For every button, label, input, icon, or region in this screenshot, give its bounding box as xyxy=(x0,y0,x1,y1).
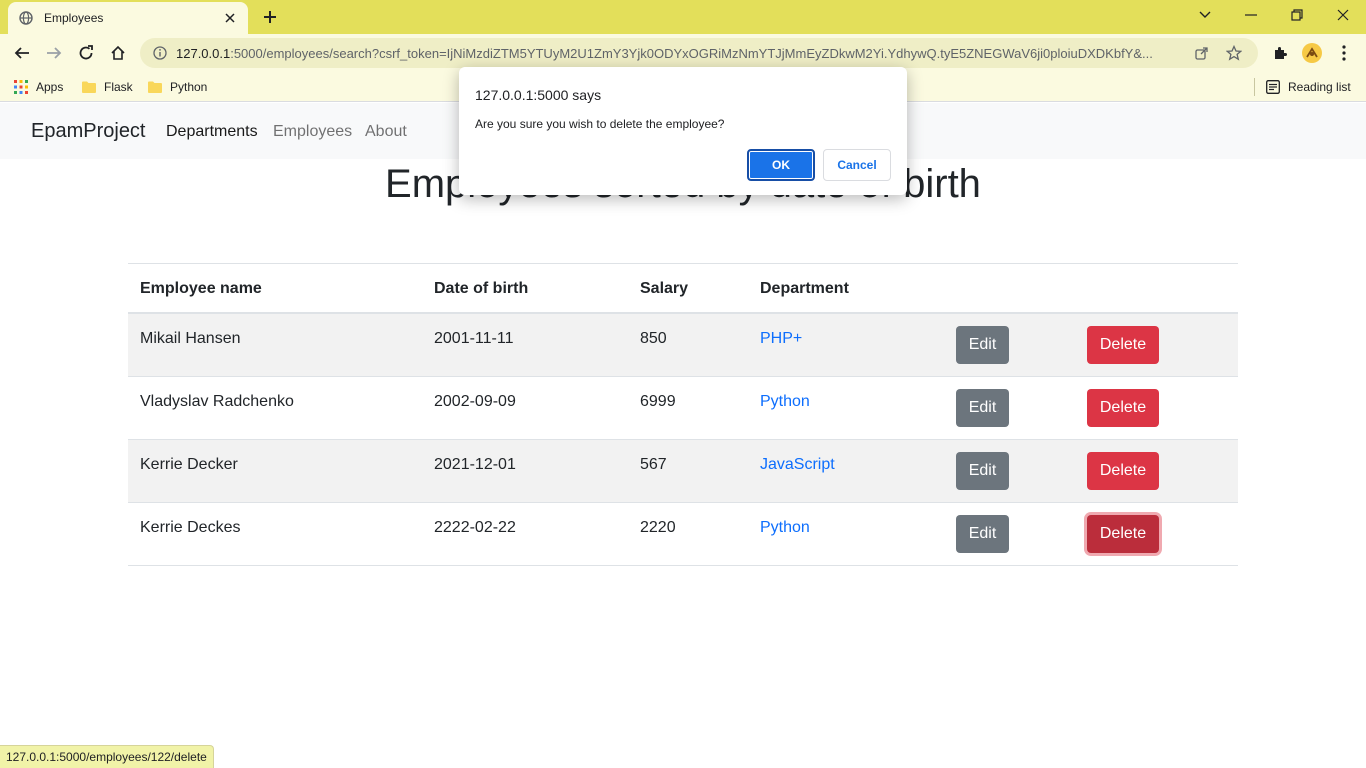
reading-list-icon xyxy=(1266,80,1280,94)
employee-dob: 2001-11-11 xyxy=(434,330,514,347)
tab-search-icon[interactable] xyxy=(1182,0,1228,30)
address-bar[interactable]: 127.0.0.1:5000/employees/search?csrf_tok… xyxy=(140,38,1258,68)
table-row: Mikail Hansen 2001-11-11 850 PHP+ Edit D… xyxy=(128,314,1238,377)
column-header-salary: Salary xyxy=(640,280,689,297)
brand-link[interactable]: EpamProject xyxy=(31,120,146,143)
reading-list-label: Reading list xyxy=(1288,80,1351,94)
employee-salary: 850 xyxy=(640,330,667,347)
menu-kebab-icon[interactable] xyxy=(1332,41,1356,65)
close-tab-icon[interactable] xyxy=(222,10,238,26)
profile-avatar-icon[interactable] xyxy=(1300,41,1324,65)
back-icon[interactable] xyxy=(8,39,36,67)
extensions-icon[interactable] xyxy=(1268,41,1292,65)
employee-name: Vladyslav Radchenko xyxy=(140,393,294,410)
bookmark-folder-python[interactable]: Python xyxy=(148,77,207,97)
employee-salary: 6999 xyxy=(640,393,676,410)
bookmark-label: Apps xyxy=(36,80,64,94)
dialog-origin: 127.0.0.1:5000 says xyxy=(475,87,602,103)
column-header-department: Department xyxy=(760,280,849,297)
folder-icon xyxy=(82,80,96,94)
restore-icon[interactable] xyxy=(1274,0,1320,30)
department-link[interactable]: JavaScript xyxy=(760,456,835,474)
share-icon[interactable] xyxy=(1190,41,1214,65)
close-window-icon[interactable] xyxy=(1320,0,1366,30)
bookmark-apps[interactable]: Apps xyxy=(14,77,63,97)
table-row: Kerrie Deckes 2222-02-22 2220 Python Edi… xyxy=(128,503,1238,566)
browser-tab[interactable]: Employees xyxy=(8,2,248,34)
url-text: 127.0.0.1:5000/employees/search?csrf_tok… xyxy=(176,46,1182,61)
tab-title: Employees xyxy=(44,11,104,25)
table-row: Vladyslav Radchenko 2002-09-09 6999 Pyth… xyxy=(128,377,1238,440)
delete-button[interactable]: Delete xyxy=(1087,515,1159,553)
site-info-icon[interactable] xyxy=(152,45,168,61)
table-header: Employee name Date of birth Salary Depar… xyxy=(128,264,1238,314)
url-host: 127.0.0.1 xyxy=(176,45,231,61)
department-link[interactable]: Python xyxy=(760,519,810,537)
url-path: :5000/employees/search?csrf_token=IjNiMz… xyxy=(230,45,1153,61)
globe-icon xyxy=(18,10,34,26)
employee-name: Mikail Hansen xyxy=(140,330,241,347)
edit-button[interactable]: Edit xyxy=(956,515,1009,553)
employee-dob: 2222-02-22 xyxy=(434,519,516,536)
apps-grid-icon xyxy=(14,80,28,94)
reading-list-button[interactable]: Reading list xyxy=(1266,77,1351,97)
nav-employees[interactable]: Employees xyxy=(273,123,352,141)
table-row: Kerrie Decker 2021-12-01 567 JavaScript … xyxy=(128,440,1238,503)
minimize-icon[interactable] xyxy=(1228,0,1274,30)
new-tab-icon[interactable] xyxy=(258,6,282,28)
forward-icon[interactable] xyxy=(40,39,68,67)
reload-icon[interactable] xyxy=(72,39,100,67)
home-icon[interactable] xyxy=(104,39,132,67)
edit-button[interactable]: Edit xyxy=(956,389,1009,427)
ok-button[interactable]: OK xyxy=(747,149,815,181)
nav-departments[interactable]: Departments xyxy=(166,123,258,141)
delete-button[interactable]: Delete xyxy=(1087,389,1159,427)
delete-button[interactable]: Delete xyxy=(1087,452,1159,490)
bookmark-folder-flask[interactable]: Flask xyxy=(82,77,133,97)
tab-strip: Employees xyxy=(0,0,1366,34)
edit-button[interactable]: Edit xyxy=(956,326,1009,364)
employee-salary: 2220 xyxy=(640,519,676,536)
bookmark-label: Python xyxy=(170,80,208,94)
cancel-button[interactable]: Cancel xyxy=(823,149,891,181)
employees-table: Employee name Date of birth Salary Depar… xyxy=(128,263,1238,566)
bookmark-star-icon[interactable] xyxy=(1222,41,1246,65)
employee-name: Kerrie Deckes xyxy=(140,519,241,536)
confirm-dialog: 127.0.0.1:5000 says Are you sure you wis… xyxy=(459,67,907,195)
dialog-message: Are you sure you wish to delete the empl… xyxy=(475,117,725,131)
employee-dob: 2002-09-09 xyxy=(434,393,516,410)
department-link[interactable]: PHP+ xyxy=(760,330,802,348)
column-header-name: Employee name xyxy=(140,280,262,297)
employee-dob: 2021-12-01 xyxy=(434,456,516,473)
delete-button[interactable]: Delete xyxy=(1087,326,1159,364)
bookmark-label: Flask xyxy=(104,80,133,94)
employee-salary: 567 xyxy=(640,456,667,473)
link-status-bar: 127.0.0.1:5000/employees/122/delete xyxy=(0,745,214,768)
column-header-dob: Date of birth xyxy=(434,280,529,297)
nav-about[interactable]: About xyxy=(365,123,407,141)
employee-name: Kerrie Decker xyxy=(140,456,238,473)
edit-button[interactable]: Edit xyxy=(956,452,1009,490)
folder-icon xyxy=(148,80,162,94)
department-link[interactable]: Python xyxy=(760,393,810,411)
bookmarks-divider xyxy=(1254,78,1255,96)
